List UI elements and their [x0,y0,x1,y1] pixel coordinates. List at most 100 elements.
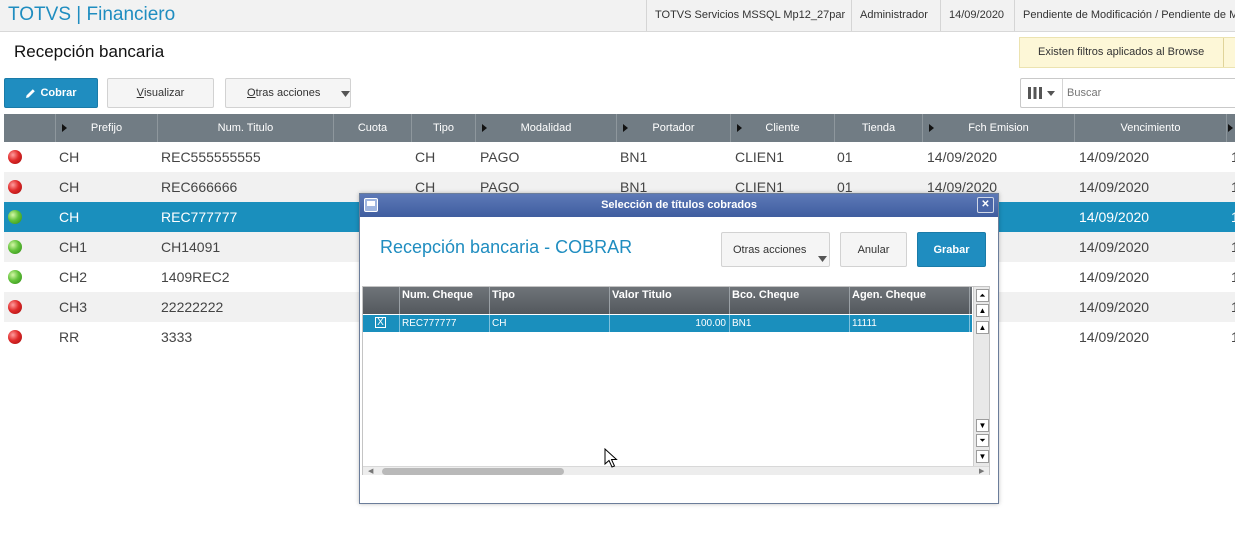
otras-acciones-label: tras acciones [255,87,321,99]
cell-prefijo: CH1 [59,239,88,255]
status-green-icon [8,210,22,224]
sort-arrow-icon [929,124,934,132]
cell-check: X [363,315,400,332]
col-prefijo[interactable]: Prefijo [56,114,158,142]
cell-num-titulo: REC555555555 [161,149,261,165]
cell-next: 1 [1231,329,1235,345]
col-fch-emision[interactable]: Fch Emision [923,114,1075,142]
double-arrow-up-icon: ⏶ [979,291,986,300]
cheques-grid-header: Num. Cheque Tipo Valor Titulo Bco. Chequ… [363,287,972,314]
status-red-icon [8,150,22,164]
grabar-button[interactable]: Grabar [917,232,986,267]
filter-notice-text: Existen filtros aplicados al Browse [1038,46,1205,58]
table-row[interactable]: CH REC555555555 CH PAGO BN1 CLIEN1 01 14… [4,142,1235,172]
horizontal-scroll-thumb[interactable] [382,468,564,475]
col-valor-titulo[interactable]: Valor Titulo [610,287,730,314]
cell-vencimiento: 14/09/2020 [1079,329,1150,345]
otras-acciones-button[interactable]: Otras acciones [225,78,351,108]
cell-vencimiento: 14/09/2020 [1079,209,1150,225]
cell-next: 1 [1231,179,1235,195]
cell-tipo: CH [415,149,436,165]
row-checkbox[interactable]: X [375,317,386,328]
col-agen-cheque[interactable]: Agen. Cheque [850,287,970,314]
scroll-up-button[interactable]: ▲ [976,321,989,334]
col-next[interactable] [1227,114,1235,142]
environment-info: TOTVS Servicios MSSQL Mp12_27par [646,0,851,31]
pencil-icon [26,88,36,98]
arrow-down-icon: ▼ [978,452,987,461]
col-check[interactable] [363,287,400,314]
double-arrow-down-icon: ⏷ [979,436,986,445]
status-green-icon [8,270,22,284]
dialog-otras-acciones-label: Otras acciones [733,243,807,256]
date-info: 14/09/2020 [940,0,1014,31]
sort-arrow-icon [737,124,742,132]
scroll-page-up-button[interactable]: ▲ [976,304,989,317]
cell-prefijo: CH [59,149,80,165]
top-bar: TOTVS | Financiero TOTVS Servicios MSSQL… [0,0,1235,32]
arrow-left-icon[interactable]: ◀ [368,467,373,476]
col-cliente[interactable]: Cliente [731,114,835,142]
dialog-heading: Recepción bancaria - COBRAR [380,237,633,257]
col-num-titulo[interactable]: Num. Titulo [158,114,334,142]
cell-vencimiento: 14/09/2020 [1079,179,1150,195]
cell-next: 1 [1231,269,1235,285]
cell-vencimiento: 14/09/2020 [1079,269,1150,285]
column-selector[interactable] [1021,79,1063,107]
cell-portador: BN1 [620,149,648,165]
status-red-icon [8,300,22,314]
dialog-otras-acciones-button[interactable]: Otras acciones [721,232,830,267]
col-bco-cheque[interactable]: Bco. Cheque [730,287,850,314]
cell-fch-emision: 14/09/2020 [927,149,998,165]
col-tipo[interactable]: Tipo [490,287,610,314]
horizontal-scrollbar[interactable]: ◀ ▶ [363,466,989,475]
close-button[interactable]: ✕ [977,197,994,213]
status-red-icon [8,180,22,194]
cobrar-button[interactable]: Cobrar [4,78,98,108]
cell-tienda: 01 [837,149,853,165]
cell-next: 1 [1231,239,1235,255]
grabar-label: Grabar [933,243,970,256]
cell-modalidad: PAGO [480,149,520,165]
col-vencimiento[interactable]: Vencimiento [1075,114,1227,142]
anular-button[interactable]: Anular [840,232,907,267]
col-num-cheque[interactable]: Num. Cheque [400,287,490,314]
cell-prefijo: CH2 [59,269,88,285]
cell-valor-titulo: 100.00 [610,315,730,332]
arrow-right-icon[interactable]: ▶ [979,467,984,476]
cheques-grid: Num. Cheque Tipo Valor Titulo Bco. Chequ… [362,286,990,475]
search-input[interactable] [1065,80,1233,106]
cell-num-titulo: 22222222 [161,299,224,315]
col-modalidad[interactable]: Modalidad [476,114,617,142]
col-tipo[interactable]: Tipo [412,114,476,142]
page-title: Recepción bancaria [14,42,165,61]
scroll-bottom-button[interactable]: ▼ [976,450,989,463]
cell-prefijo: CH [59,179,80,195]
close-icon: ✕ [981,199,990,210]
anular-label: Anular [857,243,890,256]
cheque-row-selected[interactable]: X REC777777 CH 100.00 BN1 11111 [363,315,972,332]
arrow-down-icon: ▼ [978,421,987,430]
col-portador[interactable]: Portador [617,114,731,142]
scroll-page-down-button[interactable]: ⏷ [976,434,989,447]
scroll-top-button[interactable]: ⏶ [976,289,989,302]
visualizar-button[interactable]: Visualizar [107,78,214,108]
user-info: Administrador [851,0,940,31]
mouse-cursor-icon [604,448,618,468]
cell-bco-cheque: BN1 [730,315,850,332]
app-title: TOTVS | Financiero [8,4,176,25]
scroll-down-button[interactable]: ▼ [976,419,989,432]
cell-prefijo: CH [59,209,80,225]
filter-notice: Existen filtros aplicados al Browse [1019,37,1235,68]
vertical-scrollbar[interactable]: ⏶ ▲ ▲ ▼ ⏷ ▼ [973,287,989,466]
cell-num-titulo: REC666666 [161,179,238,195]
dialog-titlebar[interactable]: Selección de títulos cobrados ✕ [360,194,998,217]
window-icon [364,198,378,212]
dialog-title: Selección de títulos cobrados [601,199,757,211]
col-cuota[interactable]: Cuota [334,114,412,142]
col-tienda[interactable]: Tienda [835,114,923,142]
otras-acciones-hotkey: O [247,87,256,99]
cell-vencimiento: 14/09/2020 [1079,149,1150,165]
cell-next: 1 [1231,299,1235,315]
search-box [1020,78,1235,108]
